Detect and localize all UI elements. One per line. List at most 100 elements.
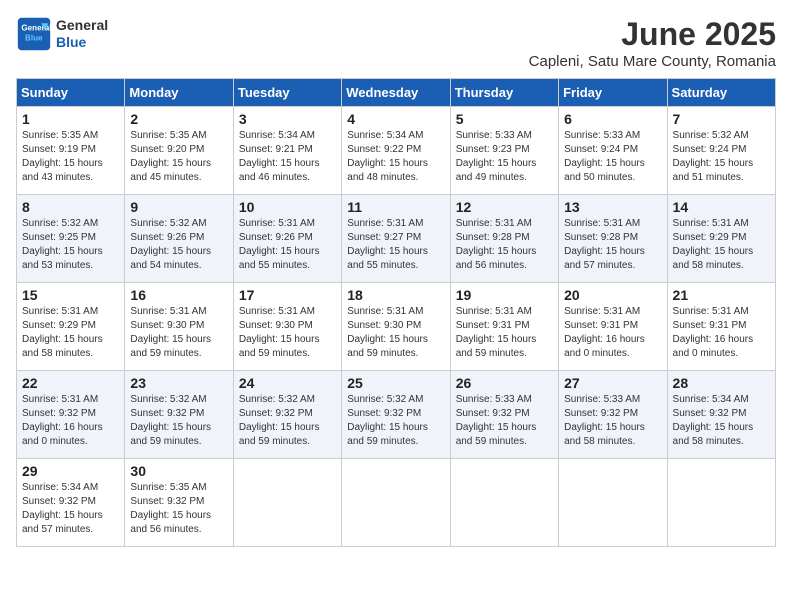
calendar-cell — [233, 459, 341, 547]
day-number: 7 — [673, 111, 770, 127]
day-number: 22 — [22, 375, 119, 391]
day-detail: Sunrise: 5:33 AM Sunset: 9:23 PM Dayligh… — [456, 129, 553, 185]
calendar-cell: 20Sunrise: 5:31 AM Sunset: 9:31 PM Dayli… — [559, 283, 667, 371]
calendar-cell: 3Sunrise: 5:34 AM Sunset: 9:21 PM Daylig… — [233, 107, 341, 195]
day-detail: Sunrise: 5:31 AM Sunset: 9:28 PM Dayligh… — [456, 217, 553, 273]
calendar-cell: 9 Sunrise: 5:32 AM Sunset: 9:26 PM Daylig… — [125, 195, 233, 283]
day-number: 27 — [564, 375, 661, 391]
calendar-cell: 5 Sunrise: 5:33 AM Sunset: 9:23 PM Daylig… — [450, 107, 558, 195]
day-detail: Sunrise: 5:31 AM Sunset: 9:30 PM Dayligh… — [239, 305, 336, 361]
calendar-cell: 29 Sunrise: 5:34 AM Sunset: 9:32 PM Dayli… — [17, 459, 125, 547]
calendar-cell: 19 Sunrise: 5:31 AM Sunset: 9:31 PM Dayli… — [450, 283, 558, 371]
day-number: 19 — [456, 287, 553, 303]
calendar-cell: 25 Sunrise: 5:32 AM Sunset: 9:32 PM Dayli… — [342, 371, 450, 459]
day-number: 23 — [130, 375, 227, 391]
week-row-2: 8 Sunrise: 5:32 AM Sunset: 9:25 PM Daylig… — [17, 195, 776, 283]
calendar-cell — [559, 459, 667, 547]
calendar-cell — [450, 459, 558, 547]
day-number: 1 — [22, 111, 119, 127]
svg-text:Blue: Blue — [25, 33, 43, 42]
day-detail: Sunrise: 5:31 AM Sunset: 9:28 PM Dayligh… — [564, 217, 661, 273]
calendar-cell: 28 Sunrise: 5:34 AM Sunset: 9:32 PM Dayli… — [667, 371, 775, 459]
day-detail: Sunrise: 5:34 AM Sunset: 9:32 PM Dayligh… — [22, 481, 119, 537]
day-detail: Sunrise: 5:31 AM Sunset: 9:30 PM Dayligh… — [347, 305, 444, 361]
weekday-header-wednesday: Wednesday — [342, 79, 450, 107]
week-row-5: 29 Sunrise: 5:34 AM Sunset: 9:32 PM Dayli… — [17, 459, 776, 547]
calendar-cell: 16 Sunrise: 5:31 AM Sunset: 9:30 PM Dayli… — [125, 283, 233, 371]
day-number: 26 — [456, 375, 553, 391]
day-detail: Sunrise: 5:31 AM Sunset: 9:31 PM Dayligh… — [564, 305, 661, 361]
weekday-header-thursday: Thursday — [450, 79, 558, 107]
calendar-cell: 26 Sunrise: 5:33 AM Sunset: 9:32 PM Dayli… — [450, 371, 558, 459]
weekday-header-tuesday: Tuesday — [233, 79, 341, 107]
calendar-cell — [667, 459, 775, 547]
day-number: 25 — [347, 375, 444, 391]
day-number: 16 — [130, 287, 227, 303]
calendar-cell: 6 Sunrise: 5:33 AM Sunset: 9:24 PM Daylig… — [559, 107, 667, 195]
calendar-cell: 30 Sunrise: 5:35 AM Sunset: 9:32 PM Dayli… — [125, 459, 233, 547]
calendar-cell: 27 Sunrise: 5:33 AM Sunset: 9:32 PM Dayli… — [559, 371, 667, 459]
calendar-cell — [342, 459, 450, 547]
calendar-cell: 21Sunrise: 5:31 AM Sunset: 9:31 PM Dayli… — [667, 283, 775, 371]
day-number: 18 — [347, 287, 444, 303]
day-detail: Sunrise: 5:31 AM Sunset: 9:26 PM Dayligh… — [239, 217, 336, 273]
day-number: 15 — [22, 287, 119, 303]
day-number: 21 — [673, 287, 770, 303]
calendar-cell: 13 Sunrise: 5:31 AM Sunset: 9:28 PM Dayli… — [559, 195, 667, 283]
logo-text: General Blue — [56, 17, 108, 51]
day-detail: Sunrise: 5:32 AM Sunset: 9:32 PM Dayligh… — [347, 393, 444, 449]
day-detail: Sunrise: 5:32 AM Sunset: 9:25 PM Dayligh… — [22, 217, 119, 273]
day-number: 2 — [130, 111, 227, 127]
calendar-body: 1 Sunrise: 5:35 AM Sunset: 9:19 PM Daylig… — [17, 107, 776, 547]
day-detail: Sunrise: 5:32 AM Sunset: 9:32 PM Dayligh… — [130, 393, 227, 449]
day-detail: Sunrise: 5:31 AM Sunset: 9:27 PM Dayligh… — [347, 217, 444, 273]
weekday-header-friday: Friday — [559, 79, 667, 107]
day-number: 30 — [130, 463, 227, 479]
weekday-header-row: SundayMondayTuesdayWednesdayThursdayFrid… — [17, 79, 776, 107]
calendar-cell: 8 Sunrise: 5:32 AM Sunset: 9:25 PM Daylig… — [17, 195, 125, 283]
day-detail: Sunrise: 5:35 AM Sunset: 9:19 PM Dayligh… — [22, 129, 119, 185]
location-title: Capleni, Satu Mare County, Romania — [529, 53, 776, 70]
day-detail: Sunrise: 5:33 AM Sunset: 9:32 PM Dayligh… — [564, 393, 661, 449]
day-detail: Sunrise: 5:33 AM Sunset: 9:32 PM Dayligh… — [456, 393, 553, 449]
day-detail: Sunrise: 5:31 AM Sunset: 9:32 PM Dayligh… — [22, 393, 119, 449]
day-number: 28 — [673, 375, 770, 391]
day-number: 10 — [239, 199, 336, 215]
calendar-cell: 15Sunrise: 5:31 AM Sunset: 9:29 PM Dayli… — [17, 283, 125, 371]
day-detail: Sunrise: 5:31 AM Sunset: 9:31 PM Dayligh… — [456, 305, 553, 361]
month-title: June 2025 — [529, 16, 776, 53]
day-number: 24 — [239, 375, 336, 391]
day-detail: Sunrise: 5:31 AM Sunset: 9:30 PM Dayligh… — [130, 305, 227, 361]
calendar-cell: 18 Sunrise: 5:31 AM Sunset: 9:30 PM Dayli… — [342, 283, 450, 371]
day-detail: Sunrise: 5:32 AM Sunset: 9:32 PM Dayligh… — [239, 393, 336, 449]
weekday-header-sunday: Sunday — [17, 79, 125, 107]
calendar-cell: 23 Sunrise: 5:32 AM Sunset: 9:32 PM Dayli… — [125, 371, 233, 459]
page-header: General Blue General Blue June 2025 Capl… — [16, 16, 776, 70]
day-number: 8 — [22, 199, 119, 215]
day-detail: Sunrise: 5:31 AM Sunset: 9:29 PM Dayligh… — [673, 217, 770, 273]
calendar-table: SundayMondayTuesdayWednesdayThursdayFrid… — [16, 78, 776, 547]
day-detail: Sunrise: 5:33 AM Sunset: 9:24 PM Dayligh… — [564, 129, 661, 185]
day-number: 4 — [347, 111, 444, 127]
day-detail: Sunrise: 5:32 AM Sunset: 9:24 PM Dayligh… — [673, 129, 770, 185]
weekday-header-monday: Monday — [125, 79, 233, 107]
day-detail: Sunrise: 5:35 AM Sunset: 9:32 PM Dayligh… — [130, 481, 227, 537]
day-number: 5 — [456, 111, 553, 127]
day-number: 13 — [564, 199, 661, 215]
day-detail: Sunrise: 5:34 AM Sunset: 9:32 PM Dayligh… — [673, 393, 770, 449]
day-number: 11 — [347, 199, 444, 215]
calendar-cell: 11 Sunrise: 5:31 AM Sunset: 9:27 PM Dayli… — [342, 195, 450, 283]
day-detail: Sunrise: 5:35 AM Sunset: 9:20 PM Dayligh… — [130, 129, 227, 185]
calendar-cell: 14 Sunrise: 5:31 AM Sunset: 9:29 PM Dayli… — [667, 195, 775, 283]
day-number: 14 — [673, 199, 770, 215]
logo-icon: General Blue — [16, 16, 52, 52]
day-number: 6 — [564, 111, 661, 127]
day-number: 29 — [22, 463, 119, 479]
day-number: 9 — [130, 199, 227, 215]
day-detail: Sunrise: 5:34 AM Sunset: 9:21 PM Dayligh… — [239, 129, 336, 185]
day-detail: Sunrise: 5:34 AM Sunset: 9:22 PM Dayligh… — [347, 129, 444, 185]
title-area: June 2025 Capleni, Satu Mare County, Rom… — [529, 16, 776, 70]
day-detail: Sunrise: 5:32 AM Sunset: 9:26 PM Dayligh… — [130, 217, 227, 273]
calendar-cell: 2 Sunrise: 5:35 AM Sunset: 9:20 PM Daylig… — [125, 107, 233, 195]
week-row-3: 15Sunrise: 5:31 AM Sunset: 9:29 PM Dayli… — [17, 283, 776, 371]
